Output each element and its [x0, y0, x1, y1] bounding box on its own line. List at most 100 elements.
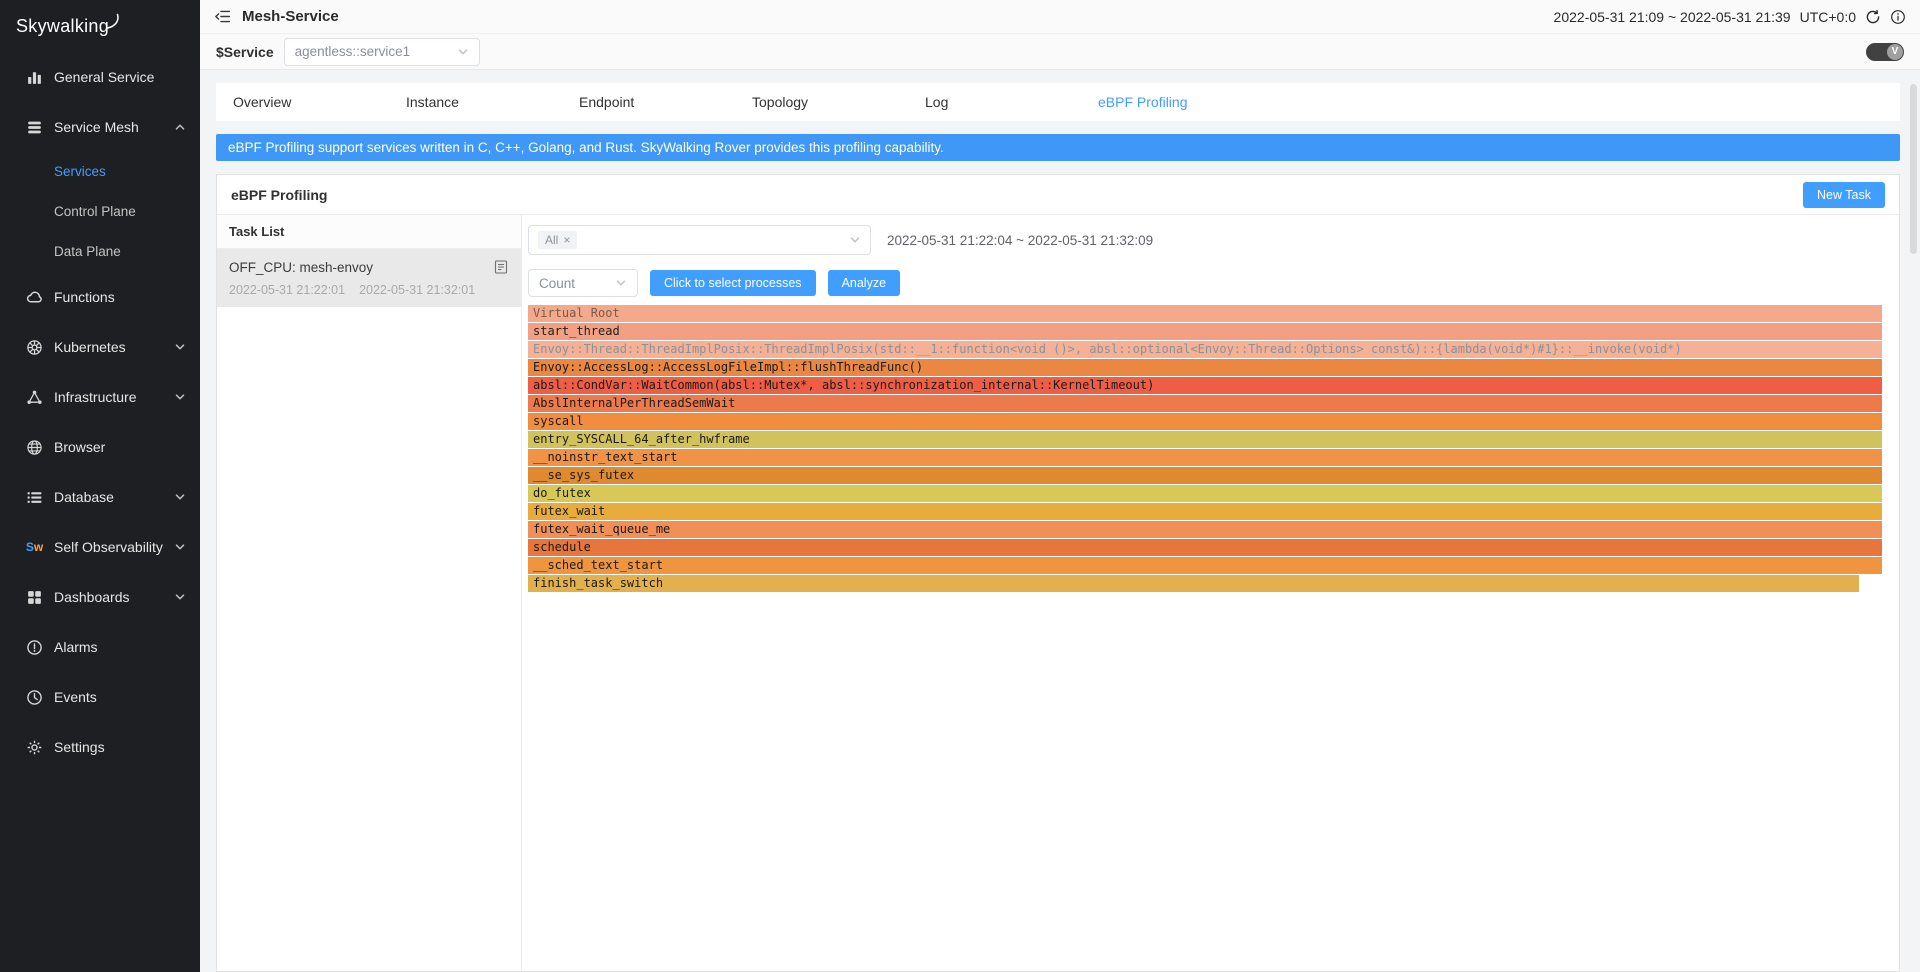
tab-topology[interactable]: Topology: [735, 94, 908, 110]
info-icon[interactable]: [1890, 9, 1906, 25]
sidebar-item-label: Self Observability: [54, 539, 174, 555]
chevron-down-icon: [457, 46, 469, 58]
flame-frame[interactable]: __noinstr_text_start: [528, 449, 1882, 466]
sidebar-menu: General Service Service Mesh ServicesContr…: [0, 52, 200, 772]
sidebar-item-data-plane[interactable]: Data Plane: [0, 232, 200, 272]
flame-frame[interactable]: Envoy::AccessLog::AccessLogFileImpl::flu…: [528, 359, 1882, 376]
tab-overview[interactable]: Overview: [216, 94, 389, 110]
chevron-down-icon: [174, 541, 186, 553]
skywalking-logo[interactable]: Skywalking: [0, 0, 200, 52]
sidebar-item-label: Functions: [54, 289, 186, 305]
sidebar-item-label: Service Mesh: [54, 119, 174, 135]
flame-frame[interactable]: __sched_text_start: [528, 557, 1882, 574]
flame-frame[interactable]: entry_SYSCALL_64_after_hwframe: [528, 431, 1882, 448]
version-badge: V: [1887, 44, 1903, 60]
sidebar-item-service-mesh[interactable]: Service Mesh: [0, 102, 200, 152]
task-end-time: 2022-05-31 21:32:01: [359, 283, 475, 297]
flame-frame[interactable]: futex_wait: [528, 503, 1882, 520]
scrollbar-thumb[interactable]: [1910, 84, 1917, 254]
task-detail-icon[interactable]: [493, 259, 509, 275]
sidebar-item-label: Browser: [54, 439, 186, 455]
flame-frame[interactable]: start_thread: [528, 323, 1882, 340]
database-icon: [26, 489, 43, 506]
chevron-down-icon: [615, 277, 627, 289]
gear-icon: [26, 739, 43, 756]
flame-frame[interactable]: absl::CondVar::WaitCommon(absl::Mutex*, …: [528, 377, 1882, 394]
dashboard-icon: [26, 589, 43, 606]
panel-title: eBPF Profiling: [231, 187, 327, 203]
task-times: 2022-05-31 21:22:012022-05-31 21:32:01: [229, 283, 509, 297]
version-toggle[interactable]: V: [1866, 43, 1904, 61]
sidebar-item-control-plane[interactable]: Control Plane: [0, 192, 200, 232]
tag-close-icon[interactable]: ×: [563, 234, 570, 246]
selected-tag: All ×: [538, 231, 577, 249]
page-title: Mesh-Service: [242, 8, 339, 25]
chevron-down-icon: [174, 391, 186, 403]
service-select[interactable]: agentless::service1: [284, 38, 480, 66]
analysis-area: All × 2022-05-31 21:22:04 ~ 2022-05-31 2…: [522, 215, 1899, 971]
chevron-up-icon: [174, 121, 186, 133]
aggregate-type-value: Count: [539, 276, 575, 291]
sidebar-item-label: Dashboards: [54, 589, 174, 605]
sidebar-item-kubernetes[interactable]: Kubernetes: [0, 322, 200, 372]
controls-row-2: Count Click to select processes Analyze: [528, 269, 1882, 297]
tab-instance[interactable]: Instance: [389, 94, 562, 110]
selected-tag-label: All: [545, 233, 558, 247]
flame-frame[interactable]: do_futex: [528, 485, 1882, 502]
sidebar-item-infrastructure[interactable]: Infrastructure: [0, 372, 200, 422]
alarm-icon: [26, 639, 43, 656]
mesh-icon: [26, 119, 43, 136]
flame-frame[interactable]: __se_sys_futex: [528, 467, 1882, 484]
sidebar-item-settings[interactable]: Settings: [0, 722, 200, 772]
analyze-button[interactable]: Analyze: [828, 270, 900, 296]
flame-frame[interactable]: futex_wait_queue_me: [528, 521, 1882, 538]
flame-graph: Virtual Rootstart_threadEnvoy::Thread::T…: [528, 305, 1882, 593]
sidebar-item-browser[interactable]: Browser: [0, 422, 200, 472]
sidebar-item-alarms[interactable]: Alarms: [0, 622, 200, 672]
flame-frame[interactable]: Virtual Root: [528, 305, 1882, 322]
timezone-label[interactable]: UTC+0:0: [1800, 9, 1856, 25]
panel-body: Task List OFF_CPU: mesh-envoy2022-05-31 …: [217, 215, 1899, 971]
sidebar-item-label: Kubernetes: [54, 339, 174, 355]
flame-frame[interactable]: finish_task_switch: [528, 575, 1859, 592]
app-root: Skywalking General Service Service Mesh Se…: [0, 0, 1920, 972]
sidebar-item-label: Database: [54, 489, 174, 505]
chevron-down-icon: [849, 234, 861, 246]
globe-icon: [26, 439, 43, 456]
ebpf-profiling-panel: eBPF Profiling New Task Task List OFF_CP…: [216, 174, 1900, 972]
collapse-sidebar-icon[interactable]: [214, 8, 231, 25]
analysis-time-range: 2022-05-31 21:22:04 ~ 2022-05-31 21:32:0…: [887, 233, 1153, 248]
sidebar-item-self-observability[interactable]: SwSelf Observability: [0, 522, 200, 572]
sidebar-item-database[interactable]: Database: [0, 472, 200, 522]
task-list: Task List OFF_CPU: mesh-envoy2022-05-31 …: [217, 215, 522, 971]
chevron-down-icon: [174, 491, 186, 503]
sidebar-item-dashboards[interactable]: Dashboards: [0, 572, 200, 622]
flame-frame[interactable]: Envoy::Thread::ThreadImplPosix::ThreadIm…: [528, 341, 1882, 358]
flame-frame[interactable]: schedule: [528, 539, 1882, 556]
task-name: OFF_CPU: mesh-envoy: [229, 260, 373, 275]
flame-frame[interactable]: AbslInternalPerThreadSemWait: [528, 395, 1882, 412]
select-processes-button[interactable]: Click to select processes: [650, 270, 816, 296]
sidebar-item-general-service[interactable]: General Service: [0, 52, 200, 102]
main-area: Mesh-Service 2022-05-31 21:09 ~ 2022-05-…: [200, 0, 1920, 972]
sidebar-item-label: Events: [54, 689, 186, 705]
sidebar-item-services[interactable]: Services: [0, 152, 200, 192]
sidebar-item-functions[interactable]: Functions: [0, 272, 200, 322]
tab-log[interactable]: Log: [908, 94, 1081, 110]
panel-header: eBPF Profiling New Task: [217, 175, 1899, 215]
tab-ebpf-profiling[interactable]: eBPF Profiling: [1081, 94, 1254, 110]
aggregate-type-select[interactable]: Count: [528, 269, 638, 297]
sidebar-item-events[interactable]: Events: [0, 672, 200, 722]
flame-frame[interactable]: syscall: [528, 413, 1882, 430]
refresh-icon[interactable]: [1865, 9, 1881, 25]
sidebar-item-label: Infrastructure: [54, 389, 174, 405]
task-list-item[interactable]: OFF_CPU: mesh-envoy 2022-05-31 21:22:0120…: [217, 249, 521, 307]
tab-bar: OverviewInstanceEndpointTopologyLogeBPF …: [216, 83, 1900, 121]
process-filter-select[interactable]: All ×: [528, 225, 871, 255]
top-header: Mesh-Service 2022-05-31 21:09 ~ 2022-05-…: [200, 0, 1920, 34]
logo-text: Skywalking: [16, 16, 109, 37]
global-time-range[interactable]: 2022-05-31 21:09 ~ 2022-05-31 21:39: [1554, 9, 1791, 25]
k8s-icon: [26, 339, 43, 356]
tab-endpoint[interactable]: Endpoint: [562, 94, 735, 110]
new-task-button[interactable]: New Task: [1803, 182, 1885, 208]
